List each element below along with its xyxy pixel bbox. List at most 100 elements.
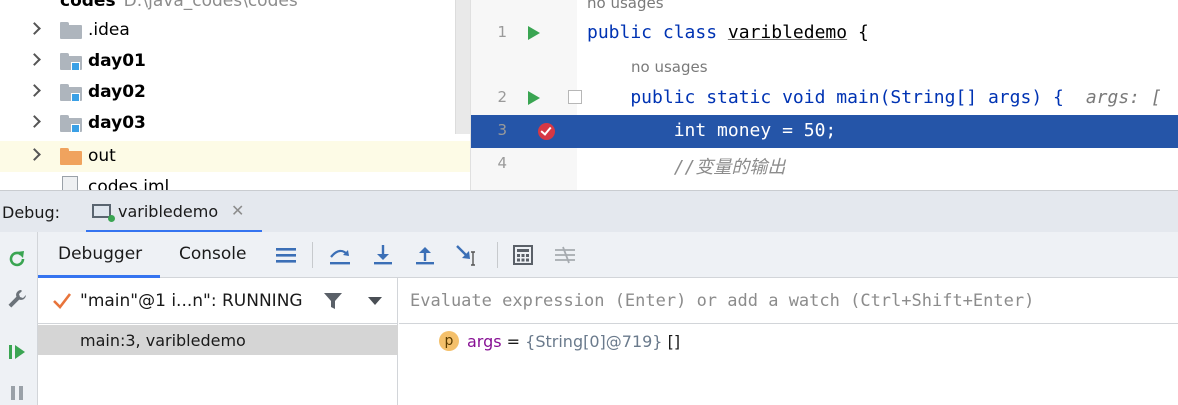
debug-title: Debug:	[2, 203, 61, 222]
line-number: 4	[497, 154, 507, 172]
toolbar-divider	[497, 242, 498, 268]
code-brace: {	[847, 22, 869, 43]
parameter-badge: p	[439, 331, 459, 351]
wrench-icon	[8, 290, 26, 308]
tree-item-label: day03	[88, 113, 146, 133]
debugger-toolbar: Debugger Console	[38, 232, 1178, 278]
code-line-3-current[interactable]: 3 int money = 50;	[471, 115, 1178, 148]
step-over-button[interactable]	[325, 240, 355, 270]
tree-item-codes-iml[interactable]: codes.iml	[0, 172, 470, 190]
tree-item-day02[interactable]: day02	[0, 77, 470, 108]
debug-side-toolbar	[0, 232, 38, 405]
line-number: 3	[497, 121, 507, 139]
tree-item-label: codes.iml	[88, 177, 170, 190]
code-editor[interactable]: no usages 1 public class varibledemo { n…	[470, 0, 1178, 190]
thread-status: "main"@1 i...n": RUNNING	[80, 291, 303, 311]
stream-trace-icon	[555, 246, 575, 264]
tree-item-label: day01	[88, 51, 146, 71]
tab-debugger[interactable]: Debugger	[38, 232, 160, 278]
code-text: int money = 50;	[587, 120, 837, 141]
code-keywords: public class	[587, 22, 728, 43]
chevron-right-icon[interactable]	[28, 148, 41, 161]
chevron-right-icon[interactable]	[28, 22, 41, 35]
step-out-icon	[416, 247, 434, 265]
tree-item-label: .idea	[88, 20, 130, 40]
resume-icon	[9, 345, 25, 359]
pause-button[interactable]	[4, 380, 30, 405]
breakpoint-icon[interactable]	[538, 123, 555, 140]
tree-root-path: D:\java_codes\codes	[123, 0, 298, 11]
debug-session-label: varibledemo	[118, 202, 219, 221]
pause-icon	[11, 386, 23, 400]
tree-item-out[interactable]: out	[0, 141, 470, 172]
variable-equals: =	[501, 332, 526, 351]
class-name: varibledemo	[727, 22, 848, 43]
variables-panel: p args = {String[0]@719} []	[399, 278, 1178, 405]
debug-session-icon	[92, 204, 115, 222]
step-out-button[interactable]	[410, 240, 440, 270]
filter-icon[interactable]	[323, 292, 343, 310]
tree-item-idea[interactable]: .idea	[0, 15, 470, 46]
module-file-icon	[62, 176, 78, 190]
run-icon[interactable]	[528, 26, 540, 40]
fold-icon[interactable]	[568, 90, 582, 104]
usage-hint[interactable]: no usages	[631, 58, 708, 76]
thread-selector[interactable]: "main"@1 i...n": RUNNING	[38, 278, 398, 324]
frames-panel: "main"@1 i...n": RUNNING main:3, varible…	[38, 278, 398, 405]
chevron-down-icon[interactable]	[368, 297, 382, 305]
step-over-icon	[330, 249, 350, 265]
tree-item-label: out	[88, 146, 116, 166]
tab-console[interactable]: Console	[179, 244, 247, 264]
chevron-right-icon[interactable]	[28, 84, 41, 97]
module-folder-icon	[60, 115, 82, 133]
code-line-2[interactable]: 2 public static void main(String[] args)…	[471, 82, 1178, 115]
evaluate-expression-button[interactable]	[508, 240, 538, 270]
layout-menu-button[interactable]	[271, 240, 301, 270]
run-to-cursor-button[interactable]	[452, 240, 482, 270]
tree-item-day01[interactable]: day01	[0, 46, 470, 77]
menu-icon	[276, 248, 296, 263]
chevron-right-icon[interactable]	[28, 53, 41, 66]
resume-button[interactable]	[4, 339, 30, 365]
tab-debugger-label: Debugger	[58, 244, 143, 264]
variable-row[interactable]: p args = {String[0]@719} []	[399, 328, 1178, 356]
tree-item-label: day02	[88, 82, 146, 102]
rerun-icon	[9, 251, 25, 267]
usage-hint[interactable]: no usages	[587, 0, 664, 12]
evaluate-expression-input[interactable]	[399, 278, 1178, 324]
code-line-4[interactable]: 4 //变量的输出	[471, 148, 1178, 181]
stack-frame-row[interactable]: main:3, varibledemo	[38, 325, 398, 355]
tree-scrollbar[interactable]	[455, 0, 470, 134]
tree-root-name: codes	[60, 0, 116, 11]
inlay-hint: args: [	[1085, 87, 1162, 108]
code-line-1[interactable]: 1 public class varibledemo {	[471, 17, 1178, 50]
variable-name: args	[467, 332, 502, 351]
step-into-button[interactable]	[368, 240, 398, 270]
module-folder-icon	[60, 84, 82, 102]
debug-session-tab[interactable]: varibledemo ✕	[86, 191, 262, 233]
step-into-icon	[374, 245, 392, 265]
toolbar-divider	[312, 242, 313, 268]
line-number: 1	[497, 23, 507, 41]
folder-icon	[60, 22, 82, 39]
tree-item-day03[interactable]: day03	[0, 108, 470, 139]
variable-value: []	[662, 332, 681, 351]
run-icon[interactable]	[528, 91, 540, 105]
debug-tool-window-header: Debug: varibledemo ✕	[0, 190, 1178, 233]
trace-stream-button[interactable]	[550, 240, 580, 270]
project-tree: codes D:\java_codes\codes .idea day01 day…	[0, 0, 470, 190]
calculator-icon	[513, 245, 533, 265]
rerun-button[interactable]	[4, 246, 30, 272]
line-number: 2	[497, 88, 507, 106]
variable-type: {String[0]@719}	[525, 332, 663, 351]
module-folder-icon	[60, 53, 82, 71]
settings-button[interactable]	[4, 286, 30, 312]
code-comment: //变量的输出	[587, 157, 786, 178]
stack-frame-label: main:3, varibledemo	[80, 331, 246, 350]
code-text: public static void main(String[] args) {…	[587, 87, 1162, 108]
close-icon[interactable]: ✕	[231, 201, 244, 220]
checkmark-icon	[53, 293, 72, 309]
chevron-right-icon[interactable]	[28, 115, 41, 128]
run-to-cursor-icon	[456, 245, 475, 266]
excluded-folder-icon	[60, 148, 82, 165]
